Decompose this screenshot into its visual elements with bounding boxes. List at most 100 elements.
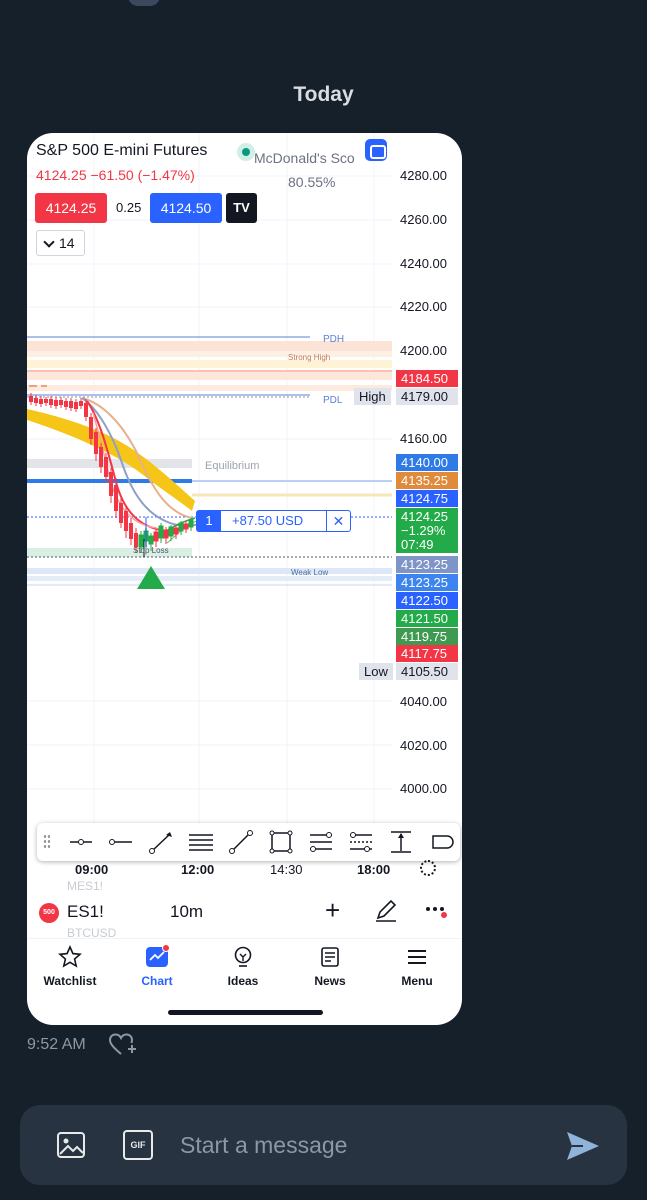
nav-label: Chart [141, 974, 173, 988]
current-price-tag: 4124.25 −1.29% 07:49 [396, 508, 458, 553]
price-tag-low: 4105.50 [396, 663, 458, 680]
price-change: 4124.25 −61.50 (−1.47%) [36, 167, 195, 183]
time-label: 14:30 [270, 862, 303, 877]
plus-icon[interactable]: + [325, 897, 340, 923]
nav-label: Watchlist [43, 974, 97, 988]
message-composer[interactable]: GIF Start a message [20, 1105, 627, 1185]
nav-chart[interactable]: Chart [122, 945, 192, 988]
shared-screenshot[interactable]: S&P 500 E-mini Futures 4124.25 −61.50 (−… [27, 133, 462, 1025]
trend-ray-icon[interactable] [147, 829, 175, 855]
callout-icon[interactable] [427, 829, 455, 855]
trend-line-icon[interactable] [227, 829, 255, 855]
nav-ideas[interactable]: Ideas [208, 945, 278, 988]
horizontal-line-icon[interactable] [107, 829, 135, 855]
drawing-toolbar[interactable] [37, 823, 460, 861]
gif-icon[interactable]: GIF [123, 1130, 153, 1160]
time-label: 09:00 [75, 862, 109, 877]
message-timestamp: 9:52 AM [27, 1036, 86, 1053]
weak-low-label: Weak Low [291, 568, 329, 577]
heart-plus-icon[interactable] [108, 1032, 138, 1058]
pdl-label: PDL [323, 395, 343, 406]
time-label: 18:00 [357, 862, 391, 877]
home-indicator [168, 1010, 323, 1015]
symbol-search-button[interactable]: ES1! [67, 902, 104, 922]
spread-value: 0.25 [116, 200, 142, 215]
strong-high-label: Strong High [288, 353, 331, 362]
hamburger-icon [408, 950, 426, 964]
nav-watchlist[interactable]: Watchlist [35, 945, 105, 988]
settings-gear-icon[interactable] [420, 860, 436, 876]
star-icon [58, 945, 82, 968]
drawing-pen-icon[interactable] [373, 897, 399, 923]
nav-label: Ideas [227, 974, 259, 988]
sell-button[interactable]: 4124.25 [35, 193, 107, 223]
more-icon[interactable] [425, 901, 447, 921]
buy-button[interactable]: 4124.50 [150, 193, 222, 223]
fib-extension-icon[interactable] [347, 829, 375, 855]
nav-news[interactable]: News [295, 945, 365, 988]
time-label: 12:00 [181, 862, 215, 877]
axis-price: 4200.00 [400, 343, 447, 358]
bar-countdown: 07:49 [401, 537, 434, 552]
fullscreen-icon[interactable] [365, 139, 387, 161]
send-icon[interactable] [565, 1129, 601, 1163]
axis-price: 4260.00 [400, 212, 447, 227]
market-status-icon [237, 143, 255, 161]
axis-price: 4240.00 [400, 256, 447, 271]
stop-loss-label: Stop Loss [133, 546, 169, 555]
price-tag: 4117.75 [396, 645, 458, 662]
price-range-icon[interactable] [387, 829, 415, 855]
pdh-label: PDH [323, 334, 345, 345]
drag-handle-icon[interactable] [43, 834, 51, 848]
axis-price: 4220.00 [400, 299, 447, 314]
price-tag-high: 4179.00 [396, 388, 458, 405]
nav-label: Menu [401, 974, 433, 988]
indicator-name[interactable]: McDonald's Sco [254, 150, 355, 166]
position-qty: 1 [197, 511, 221, 531]
chart-icon [146, 945, 169, 967]
price-tag: 4119.75 [396, 628, 458, 645]
symbol-title[interactable]: S&P 500 E-mini Futures [36, 142, 207, 160]
price-tag: 4121.50 [396, 610, 458, 627]
axis-price: 4160.00 [400, 431, 447, 446]
price-tag-high-line: 4184.50 [396, 370, 458, 387]
price-tag: 4123.25 [396, 574, 458, 591]
lightbulb-icon [234, 946, 252, 967]
tradingview-logo: TV [226, 193, 257, 223]
position-pnl: +87.50 USD [232, 513, 304, 528]
price-tag: 4124.75 [396, 490, 458, 507]
low-tag: Low [359, 663, 393, 680]
image-icon[interactable] [56, 1130, 86, 1160]
price-tag: 4123.25 [396, 556, 458, 573]
axis-price: 4000.00 [400, 781, 447, 796]
symbol-logo: 500 [39, 903, 59, 923]
price-tag: 4122.50 [396, 592, 458, 609]
nav-menu[interactable]: Menu [382, 945, 452, 988]
horizontal-ray-icon[interactable] [67, 829, 95, 855]
day-separator: Today [293, 83, 354, 106]
fib-retracement-icon[interactable] [307, 829, 335, 855]
axis-price: 4020.00 [400, 738, 447, 753]
weak-low-zone [27, 568, 392, 574]
message-input[interactable]: Start a message [180, 1132, 347, 1159]
collapse-indicators-button[interactable]: 14 [36, 230, 85, 256]
rectangle-icon[interactable] [267, 829, 295, 855]
bottom-nav: Watchlist Chart Ideas News Menu [27, 938, 462, 998]
price-tag: 4140.00 [396, 454, 458, 471]
interval-button[interactable]: 10m [170, 902, 203, 922]
position-line[interactable]: 1 +87.50 USD ✕ [196, 510, 351, 532]
price-tag: 4135.25 [396, 472, 458, 489]
sender-avatar[interactable] [128, 0, 160, 6]
nav-label: News [314, 974, 346, 988]
equilibrium-label: Equilibrium [205, 460, 260, 472]
watchlist-ghost-item: MES1! [67, 879, 104, 893]
newspaper-icon [321, 947, 339, 967]
close-position-button[interactable]: ✕ [326, 511, 350, 531]
current-price: 4124.25 [401, 509, 448, 524]
parallel-channel-icon[interactable] [187, 829, 215, 855]
indicator-value: 80.55% [288, 174, 336, 190]
axis-price: 4040.00 [400, 694, 447, 709]
current-change: −1.29% [401, 523, 446, 538]
axis-price: 4280.00 [400, 168, 447, 183]
high-tag: High [354, 388, 391, 405]
